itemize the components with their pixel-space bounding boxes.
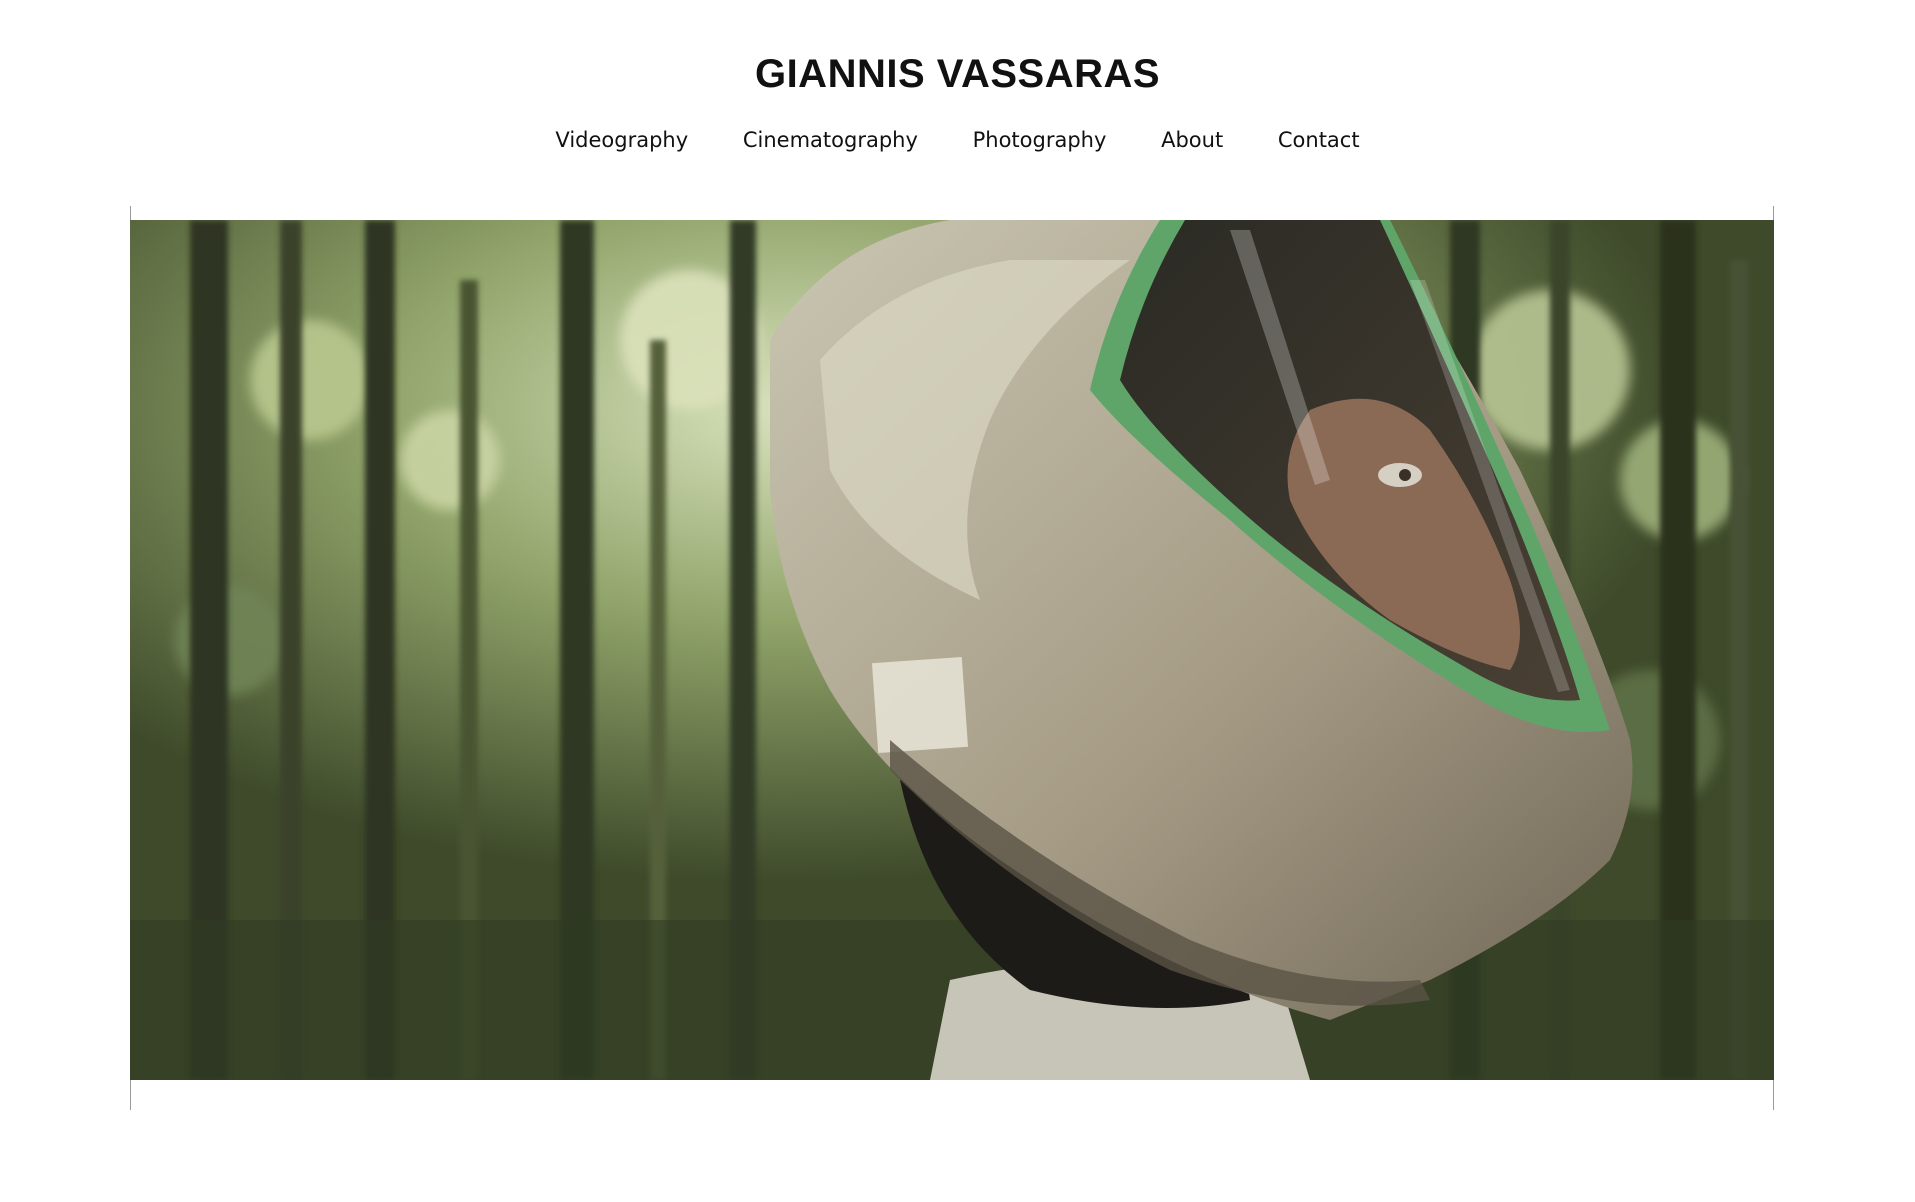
hero-video-still[interactable] [130, 220, 1774, 1080]
nav-videography[interactable]: Videography [555, 125, 688, 155]
astronaut-forest-image [130, 220, 1774, 1080]
site-title[interactable]: GIANNIS VASSARAS [0, 50, 1915, 98]
nav-cinematography[interactable]: Cinematography [743, 125, 918, 155]
nav-contact[interactable]: Contact [1278, 125, 1360, 155]
nav-about[interactable]: About [1161, 125, 1223, 155]
main-nav: Videography Cinematography Photography A… [0, 125, 1915, 155]
nav-photography[interactable]: Photography [973, 125, 1107, 155]
